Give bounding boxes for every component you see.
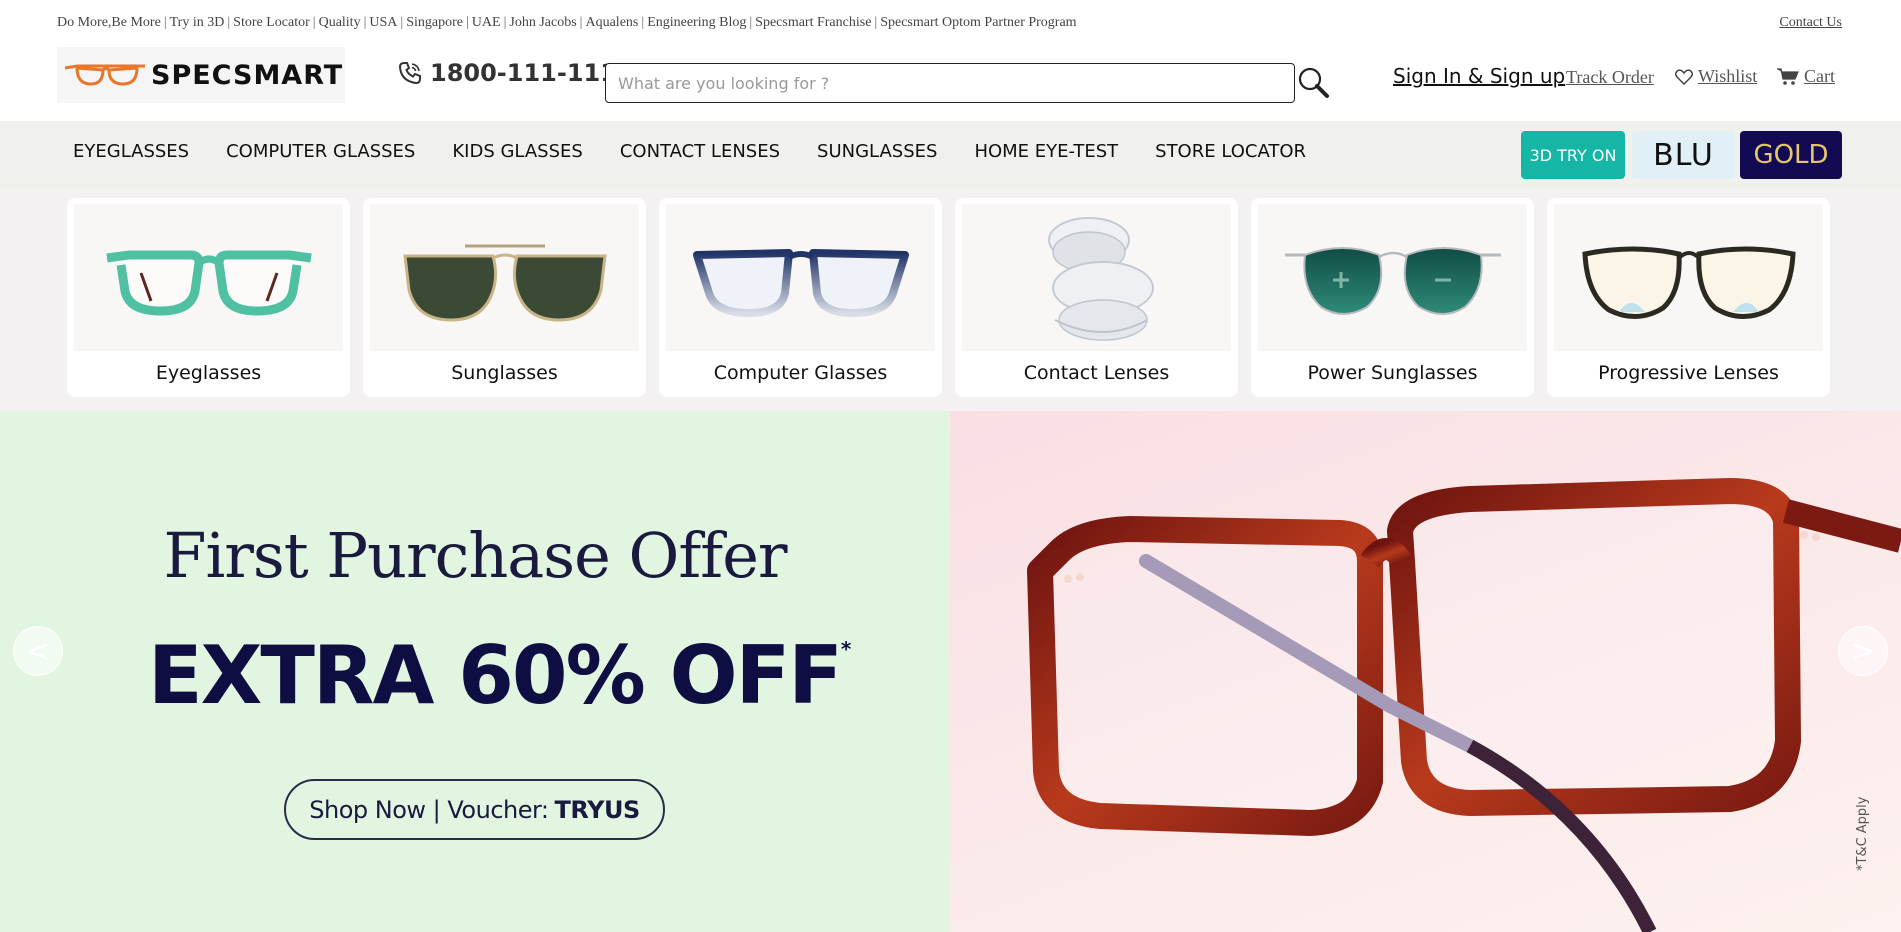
heart-icon [1675, 68, 1693, 85]
contact-us-link[interactable]: Contact Us [1779, 15, 1842, 31]
nav-contact-lenses[interactable]: CONTACT LENSES [620, 141, 780, 162]
search-icon [1298, 67, 1329, 98]
computer-glasses-image [666, 204, 935, 351]
category-label: Progressive Lenses [1598, 362, 1779, 384]
top-link-quality[interactable]: Quality [319, 15, 361, 30]
track-order-link[interactable]: Track Order [1566, 67, 1654, 88]
category-power-sunglasses[interactable]: Power Sunglasses [1251, 198, 1534, 397]
top-links: Do More,Be More | Try in 3D | Store Locator |… [57, 15, 1077, 30]
nav-eyeglasses[interactable]: EYEGLASSES [73, 141, 189, 162]
top-link-try-3d[interactable]: Try in 3D [170, 15, 225, 30]
gold-button[interactable]: GOLD [1740, 131, 1842, 179]
phone-icon [398, 62, 421, 85]
nav-home-eye-test[interactable]: HOME EYE-TEST [974, 141, 1118, 162]
phone-number[interactable]: 1800-111-111 [398, 59, 617, 87]
blu-button[interactable]: BLU [1632, 131, 1735, 179]
category-eyeglasses[interactable]: Eyeglasses [67, 198, 350, 397]
category-contact-lenses[interactable]: Contact Lenses [955, 198, 1238, 397]
eyeglasses-image [74, 204, 343, 351]
header: SPECSMART 1800-111-111 Sign In & Sign up… [0, 45, 1901, 121]
banner-title: First Purchase Offer [163, 519, 787, 592]
category-label: Computer Glasses [713, 362, 888, 384]
top-link-usa[interactable]: USA [369, 15, 397, 30]
search-button[interactable] [1296, 65, 1332, 101]
category-sunglasses[interactable]: Sunglasses [363, 198, 646, 397]
category-progressive-lenses[interactable]: Progressive Lenses [1547, 198, 1830, 397]
glasses-logo-icon [64, 64, 145, 86]
sign-in-link[interactable]: Sign In & Sign up [1393, 64, 1565, 88]
wishlist-link[interactable]: Wishlist [1675, 66, 1757, 87]
banner-offer: EXTRA 60% OFF* [148, 629, 852, 722]
voucher-code: TRYUS [554, 795, 641, 824]
top-link-store-locator[interactable]: Store Locator [233, 15, 310, 30]
category-label: Sunglasses [451, 362, 558, 384]
banner-offer-text: EXTRA 60% OFF [148, 629, 843, 722]
banner-left-panel: First Purchase Offer EXTRA 60% OFF* Shop… [0, 411, 950, 932]
category-label: Contact Lenses [1023, 362, 1170, 384]
search-input[interactable] [605, 63, 1295, 103]
3d-try-on-button[interactable]: 3D TRY ON [1521, 131, 1625, 179]
sunglasses-image [370, 204, 639, 351]
category-strip: Eyeglasses Sunglasses Computer Glasses C… [0, 189, 1901, 411]
cart-icon [1777, 67, 1799, 85]
nav-computer-glasses[interactable]: COMPUTER GLASSES [226, 141, 415, 162]
logo-text: SPECSMART [151, 59, 344, 91]
nav-sunglasses[interactable]: SUNGLASSES [817, 141, 937, 162]
contact-lenses-image [962, 204, 1231, 351]
top-bar: Do More,Be More | Try in 3D | Store Locator |… [0, 0, 1901, 45]
top-link-singapore[interactable]: Singapore [406, 15, 463, 30]
site-logo[interactable]: SPECSMART [57, 47, 345, 103]
nav-store-locator[interactable]: STORE LOCATOR [1155, 141, 1306, 162]
category-computer-glasses[interactable]: Computer Glasses [659, 198, 942, 397]
top-link-do-more[interactable]: Do More,Be More [57, 15, 161, 30]
top-link-optom-partner[interactable]: Specsmart Optom Partner Program [880, 15, 1076, 30]
category-label: Eyeglasses [155, 362, 262, 384]
phone-text: 1800-111-111 [430, 59, 617, 87]
shop-now-button[interactable]: Shop Now | Voucher: TRYUS [284, 779, 665, 840]
wishlist-label: Wishlist [1698, 66, 1758, 86]
top-link-franchise[interactable]: Specsmart Franchise [755, 15, 871, 30]
banner-right-panel [950, 411, 1901, 932]
category-label: Power Sunglasses [1307, 362, 1478, 384]
top-link-uae[interactable]: UAE [472, 15, 501, 30]
top-link-john-jacobs[interactable]: John Jacobs [509, 15, 576, 30]
cta-prefix: Shop Now | Voucher: [309, 795, 549, 824]
top-link-aqualens[interactable]: Aqualens [585, 15, 638, 30]
hero-banner[interactable]: First Purchase Offer EXTRA 60% OFF* Shop… [0, 411, 1901, 932]
banner-offer-asterisk: * [840, 637, 852, 661]
top-link-engineering-blog[interactable]: Engineering Blog [647, 15, 746, 30]
banner-prev-button[interactable]: < [13, 626, 63, 676]
terms-note: *T&C Apply [1855, 796, 1870, 872]
banner-eyeglasses-image [1027, 478, 1901, 932]
main-nav: EYEGLASSES COMPUTER GLASSES KIDS GLASSES… [0, 121, 1901, 189]
banner-next-button[interactable]: > [1838, 626, 1888, 676]
power-sunglasses-image [1258, 204, 1527, 351]
cart-link[interactable]: Cart [1777, 66, 1835, 87]
progressive-lenses-image [1554, 204, 1823, 351]
nav-kids-glasses[interactable]: KIDS GLASSES [452, 141, 582, 162]
cart-label: Cart [1804, 66, 1835, 86]
